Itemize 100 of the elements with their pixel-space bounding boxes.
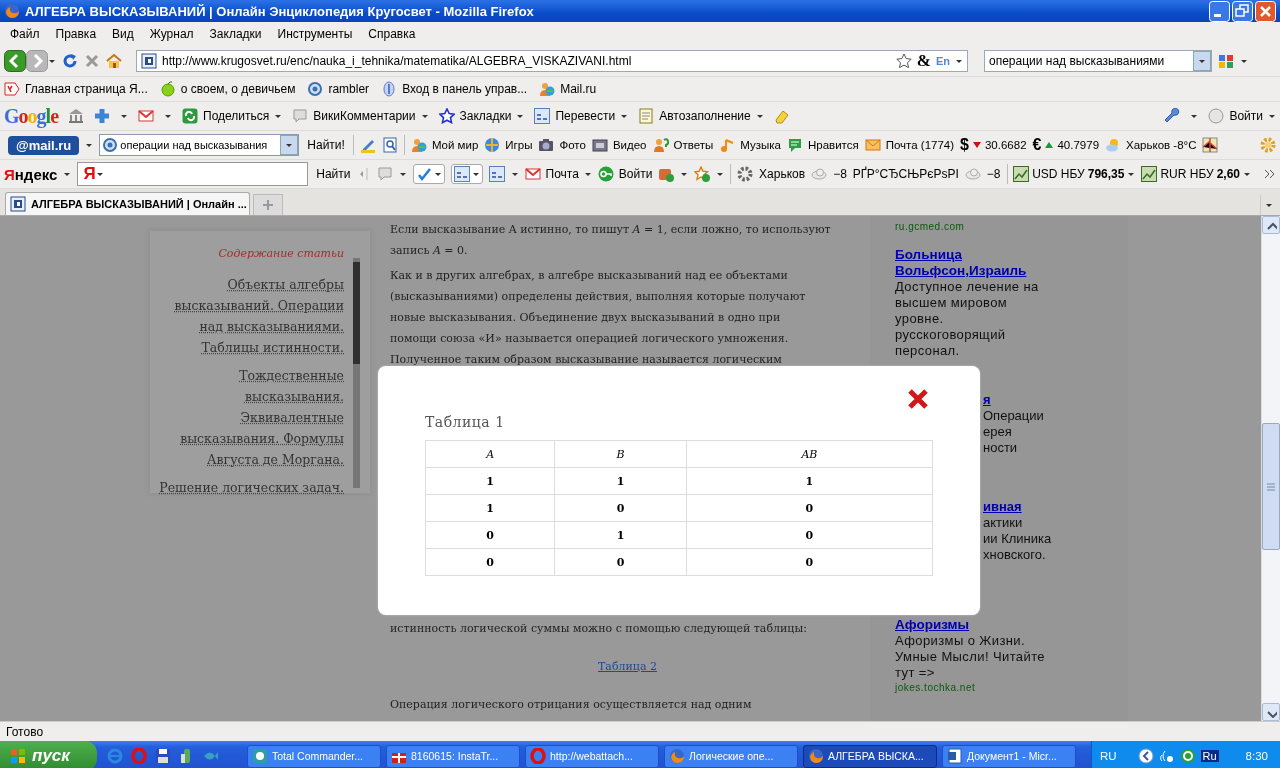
temperature: −8 <box>986 167 1001 181</box>
clock: 8:30 <box>1245 750 1268 762</box>
table-header: B <box>554 440 687 468</box>
menu-item[interactable]: Справка <box>360 27 424 41</box>
table-cell: 0 <box>686 494 933 522</box>
search-field[interactable]: операции над высказываниями <box>984 50 1212 72</box>
ad-text: Операции <box>983 408 1044 424</box>
bookmark-link[interactable]: Mail.ru <box>560 82 597 96</box>
contents-link[interactable]: Объекты алгебры высказываний. Операции над высказываниями. Таблицы истинности. <box>150 274 344 358</box>
menu-item[interactable]: Закладки <box>201 27 270 41</box>
table-cell: 1 <box>686 467 933 495</box>
toolbar-button[interactable]: Ответы <box>673 139 714 151</box>
taskbar-button[interactable]: 8160615: InstaTr... <box>386 744 520 768</box>
toolbar-button[interactable]: Почта (1774) <box>885 139 955 151</box>
ad-link[interactable]: я <box>983 392 991 408</box>
rate-label: RUR НБУ <box>1160 167 1214 181</box>
menu-item[interactable]: Журнал <box>141 27 202 41</box>
status-text: Готово <box>6 724 44 739</box>
ad-link[interactable]: Больница Вольфсон,Израиль <box>895 247 1027 279</box>
article-paragraph: истинность логической суммы можно с помощью следующей таблицы: <box>390 621 808 637</box>
article-paragraph: Как и в других алгебрах, в алгебре высказываний над ее объектами (высказываниями) определены действия, выполняя которые получают новые высказывания. Объединение двух высказываний в одно при помощи союза «И» называется операцией логического умножения. Полученное таким образом высказывание называется логическим <box>390 268 807 368</box>
exchange-rate: 30.6682 <box>984 139 1027 151</box>
currency-symbol: € <box>1032 136 1042 154</box>
exchange-rate: 796,35 <box>1087 167 1125 181</box>
bookmark-link[interactable]: о своем, о девичьем <box>180 82 296 96</box>
contents-link[interactable]: Решение логических задач. <box>150 477 344 498</box>
table-cell: 0 <box>686 548 933 576</box>
google-logo: Google <box>4 104 58 128</box>
toolbar-button[interactable]: Игры <box>505 139 533 151</box>
menu-item[interactable]: Инструменты <box>269 27 361 41</box>
table-header: A <box>425 440 555 468</box>
address-field[interactable]: http://www.krugosvet.ru/enc/nauka_i_tehnika/matematika/ALGEBRA_VISKAZIVANI.html & En <box>136 50 968 72</box>
table-cell: 1 <box>425 494 555 522</box>
taskbar-button[interactable]: Документ1 - Micr... <box>942 744 1076 768</box>
language-indicator[interactable]: RU <box>1099 750 1117 762</box>
browser-tab[interactable]: АЛГЕБРА ВЫСКАЗЫВАНИЙ | Онлайн ... <box>5 192 250 215</box>
weather-label[interactable]: Харьков -8°C <box>1126 139 1197 151</box>
search-button[interactable]: Найти <box>314 167 353 181</box>
table-cell: 0 <box>686 521 933 549</box>
table-cell: 0 <box>554 494 687 522</box>
currency-symbol: $ <box>960 136 969 154</box>
toolbar-button[interactable]: Видео <box>612 139 647 151</box>
toolbar-button[interactable]: Мой мир <box>431 139 479 151</box>
table-cell: 0 <box>554 548 687 576</box>
ad-text: ии Клиника <box>983 531 1052 547</box>
toolbar-button[interactable]: Музыка <box>740 139 781 151</box>
mail-logo: @mail.ru <box>8 135 80 155</box>
toolbar-button[interactable]: ВикиКомментарии <box>313 109 416 123</box>
table-cell: 1 <box>425 467 555 495</box>
ad-text: Афоризмы о Жизни. Умные Мысли! Читайте тут => <box>895 633 1046 681</box>
language-button[interactable]: En <box>935 55 950 67</box>
ad-text: ерея <box>983 424 1012 440</box>
toolbar-button[interactable]: Почта <box>545 167 579 181</box>
yandex-logo: Яндекс <box>4 165 58 183</box>
toolbar-button[interactable]: Закладки <box>459 109 512 123</box>
toolbar-button[interactable]: Войти <box>618 167 653 181</box>
table-header: AB <box>686 440 933 468</box>
ad-text: хновского. <box>983 547 1046 563</box>
ad-link[interactable]: ивная <box>983 499 1022 515</box>
exchange-rate: 2,60 <box>1216 167 1240 181</box>
bookmark-link[interactable]: Вход в панель управ... <box>402 82 528 96</box>
tray-badge[interactable]: Ru <box>1200 750 1219 762</box>
table-title: Таблица 1 <box>425 414 506 430</box>
contents-title: Содержание статьи <box>217 247 344 260</box>
toolbar-button[interactable]: Перевести <box>555 109 616 123</box>
article-paragraph: Операция логического отрицания осуществляется над одним <box>390 697 753 713</box>
exchange-rate: 40.7979 <box>1057 139 1100 151</box>
search-field[interactable]: операции над высказывания <box>99 134 300 156</box>
taskbar-button[interactable]: Total Commander... <box>247 744 381 768</box>
window-title: АЛГЕБРА ВЫСКАЗЫВАНИЙ | Онлайн Энциклопедия Кругосвет - Mozilla Firefox <box>25 3 535 19</box>
toolbar-button[interactable]: Автозаполнение <box>659 109 751 123</box>
menu-item[interactable]: Вид <box>104 27 142 41</box>
taskbar-button[interactable]: АЛГЕБРА ВЫСКА... <box>803 744 937 768</box>
ad-text: Доступное лечение на высшем мировом уровне. русскоговорящий персонал. <box>895 279 1040 359</box>
toolbar-button[interactable]: Нравится <box>807 139 859 151</box>
taskbar-button[interactable]: http://webattach... <box>525 744 659 768</box>
toolbar-button[interactable]: Фото <box>559 139 586 151</box>
rate-label: USD НБУ <box>1032 167 1085 181</box>
menu-item[interactable]: Файл <box>2 27 48 41</box>
toolbar-button[interactable]: Поделиться <box>203 109 270 123</box>
table-cell: 1 <box>554 467 687 495</box>
ampersand-button[interactable]: & <box>916 51 931 71</box>
city-label: Харьков <box>759 167 806 181</box>
menu-item[interactable]: Правка <box>47 27 105 41</box>
temperature: −8 <box>833 167 847 181</box>
search-field[interactable]: Я <box>77 162 309 186</box>
table-cell: 0 <box>425 548 555 576</box>
ad-link[interactable]: Афоризмы <box>895 617 970 633</box>
sign-in-button[interactable]: Войти <box>1229 109 1263 123</box>
table-cell: 0 <box>425 521 555 549</box>
article-paragraph: Если высказывание A истинно, то пишут A = 1, если ложно, то используют запись A = 0. <box>390 222 832 259</box>
bookmark-link[interactable]: rambler <box>328 82 370 96</box>
table-cell: 1 <box>554 521 687 549</box>
ad-text: актики <box>983 515 1023 531</box>
contents-link[interactable]: Тождественные высказывания. Эквивалентные высказывания. Формулы Августа де Моргана. <box>150 365 344 470</box>
garbled-label: РҐР°СЂСЊРєРѕРІ <box>852 167 959 181</box>
ad-text: ности <box>983 440 1018 456</box>
search-button[interactable]: Найти! <box>305 138 347 152</box>
bookmark-link[interactable]: Главная страница Я... <box>25 82 148 96</box>
taskbar-button[interactable]: Логические опе... <box>664 744 798 768</box>
